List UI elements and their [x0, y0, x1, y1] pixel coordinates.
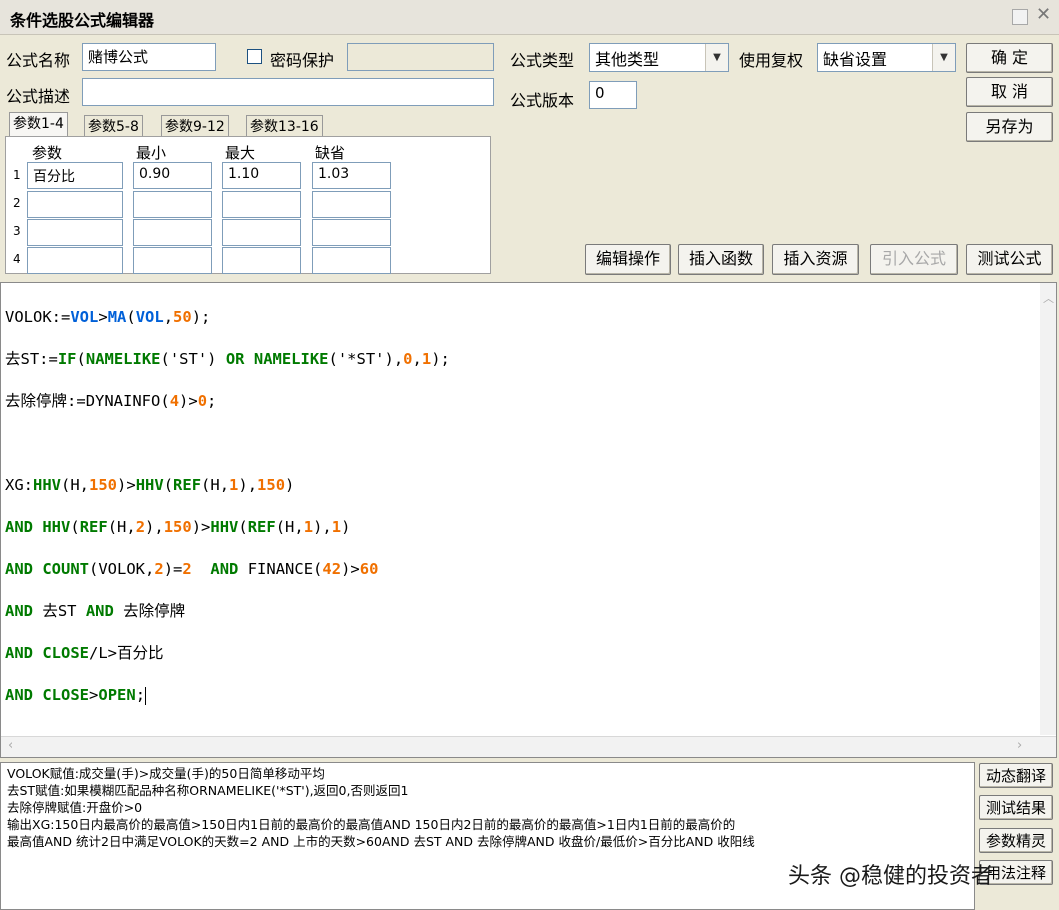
param-row-num: 1: [13, 168, 21, 182]
formula-version-input[interactable]: 0: [589, 81, 637, 109]
param-header-default: 缺省: [315, 144, 346, 162]
maximize-icon[interactable]: [1012, 9, 1028, 25]
fq-select[interactable]: 缺省设置 ▼: [817, 43, 956, 72]
param-1-min[interactable]: 0.90: [133, 162, 212, 189]
translation-line: VOLOK赋值:成交量(手)>成交量(手)的50日简单移动平均: [7, 766, 325, 781]
vertical-scrollbar[interactable]: [1040, 283, 1056, 735]
param-header-min: 最小: [136, 144, 167, 162]
formula-name-input[interactable]: 赌博公式: [82, 43, 216, 71]
formula-version-label: 公式版本: [510, 91, 575, 110]
window-title: 条件选股公式编辑器: [10, 11, 155, 30]
formula-code[interactable]: VOLOK:=VOL>MA(VOL,50); 去ST:=IF(NAMELIKE(…: [5, 286, 450, 727]
param-row-num: 2: [13, 196, 21, 210]
param-4-min[interactable]: [133, 247, 212, 274]
tab-params-13-16[interactable]: 参数13-16: [246, 115, 323, 138]
param-header-name: 参数: [32, 144, 63, 162]
chevron-down-icon: ▼: [705, 44, 728, 71]
param-row-num: 4: [13, 252, 21, 266]
fq-label: 使用复权: [739, 51, 804, 70]
translation-line: 输出XG:150日内最高价的最高值>150日内1日前的最高价的最高值AND 15…: [7, 817, 736, 832]
formula-desc-label: 公式描述: [6, 87, 71, 106]
param-header-max: 最大: [225, 144, 256, 162]
param-3-name[interactable]: [27, 219, 123, 246]
chevron-down-icon: ▼: [932, 44, 955, 71]
scroll-right-icon[interactable]: ›: [1017, 738, 1022, 753]
param-wizard-button[interactable]: 参数精灵: [979, 828, 1053, 853]
cancel-button[interactable]: 取 消: [966, 77, 1053, 107]
insert-function-button[interactable]: 插入函数: [678, 244, 764, 275]
code-line-5: AND HHV(REF(H,2),150)>HHV(REF(H,1),1): [5, 518, 351, 536]
code-line-9: AND CLOSE>OPEN;: [5, 686, 147, 705]
code-line-1: VOLOK:=VOL>MA(VOL,50);: [5, 308, 211, 326]
text-cursor: [145, 686, 147, 705]
watermark: 头条 @稳健的投资者: [788, 864, 993, 889]
save-as-button[interactable]: 另存为: [966, 112, 1053, 142]
formula-desc-input[interactable]: [82, 78, 494, 106]
test-formula-button[interactable]: 测试公式: [966, 244, 1053, 275]
close-icon[interactable]: ✕: [1036, 4, 1051, 25]
formula-type-value: 其他类型: [595, 50, 660, 69]
test-result-button[interactable]: 测试结果: [979, 795, 1053, 820]
tab-params-1-4[interactable]: 参数1-4: [9, 112, 68, 137]
fq-value: 缺省设置: [823, 50, 888, 69]
password-checkbox[interactable]: [247, 49, 262, 64]
translation-line: 最高值AND 统计2日中满足VOLOK的天数=2 AND 上市的天数>60AND…: [7, 834, 755, 849]
param-4-default[interactable]: [312, 247, 391, 274]
horizontal-scrollbar[interactable]: [1, 736, 1056, 757]
param-3-min[interactable]: [133, 219, 212, 246]
param-1-max[interactable]: 1.10: [222, 162, 301, 189]
param-1-name[interactable]: 百分比: [27, 162, 123, 189]
translation-line: 去除停牌赋值:开盘价>0: [7, 800, 143, 815]
code-line-3: 去除停牌:=DYNAINFO(4)>0;: [5, 392, 217, 410]
scroll-up-icon[interactable]: ︿: [1043, 290, 1054, 306]
param-4-name[interactable]: [27, 247, 123, 274]
translation-text: VOLOK赋值:成交量(手)>成交量(手)的50日简单移动平均 去ST赋值:如果…: [7, 765, 755, 850]
formula-name-label: 公式名称: [6, 51, 71, 70]
password-label: 密码保护: [270, 51, 335, 70]
ok-button[interactable]: 确 定: [966, 43, 1053, 73]
code-line-7: AND 去ST AND 去除停牌: [5, 602, 186, 620]
param-4-max[interactable]: [222, 247, 301, 274]
scroll-left-icon[interactable]: ‹: [8, 738, 13, 753]
code-line-4: XG:HHV(H,150)>HHV(REF(H,1),150): [5, 476, 295, 494]
tab-params-5-8[interactable]: 参数5-8: [84, 115, 143, 138]
param-2-name[interactable]: [27, 191, 123, 218]
insert-resource-button[interactable]: 插入资源: [772, 244, 859, 275]
import-formula-button[interactable]: 引入公式: [870, 244, 958, 275]
formula-type-select[interactable]: 其他类型 ▼: [589, 43, 729, 72]
code-line-8: AND CLOSE/L>百分比: [5, 644, 164, 662]
dynamic-translate-button[interactable]: 动态翻译: [979, 763, 1053, 788]
param-3-default[interactable]: [312, 219, 391, 246]
param-3-max[interactable]: [222, 219, 301, 246]
param-1-default[interactable]: 1.03: [312, 162, 391, 189]
formula-type-label: 公式类型: [510, 51, 575, 70]
code-line-6: AND COUNT(VOLOK,2)=2 AND FINANCE(42)>60: [5, 560, 379, 578]
param-2-min[interactable]: [133, 191, 212, 218]
translation-line: 去ST赋值:如果模糊匹配品种名称ORNAMELIKE('*ST'),返回0,否则…: [7, 783, 409, 798]
code-line-2: 去ST:=IF(NAMELIKE('ST') OR NAMELIKE('*ST'…: [5, 350, 450, 368]
param-row-num: 3: [13, 224, 21, 238]
edit-ops-button[interactable]: 编辑操作: [585, 244, 671, 275]
tab-params-9-12[interactable]: 参数9-12: [161, 115, 229, 138]
param-2-max[interactable]: [222, 191, 301, 218]
title-bar: [0, 0, 1059, 35]
param-2-default[interactable]: [312, 191, 391, 218]
password-input[interactable]: [347, 43, 494, 71]
